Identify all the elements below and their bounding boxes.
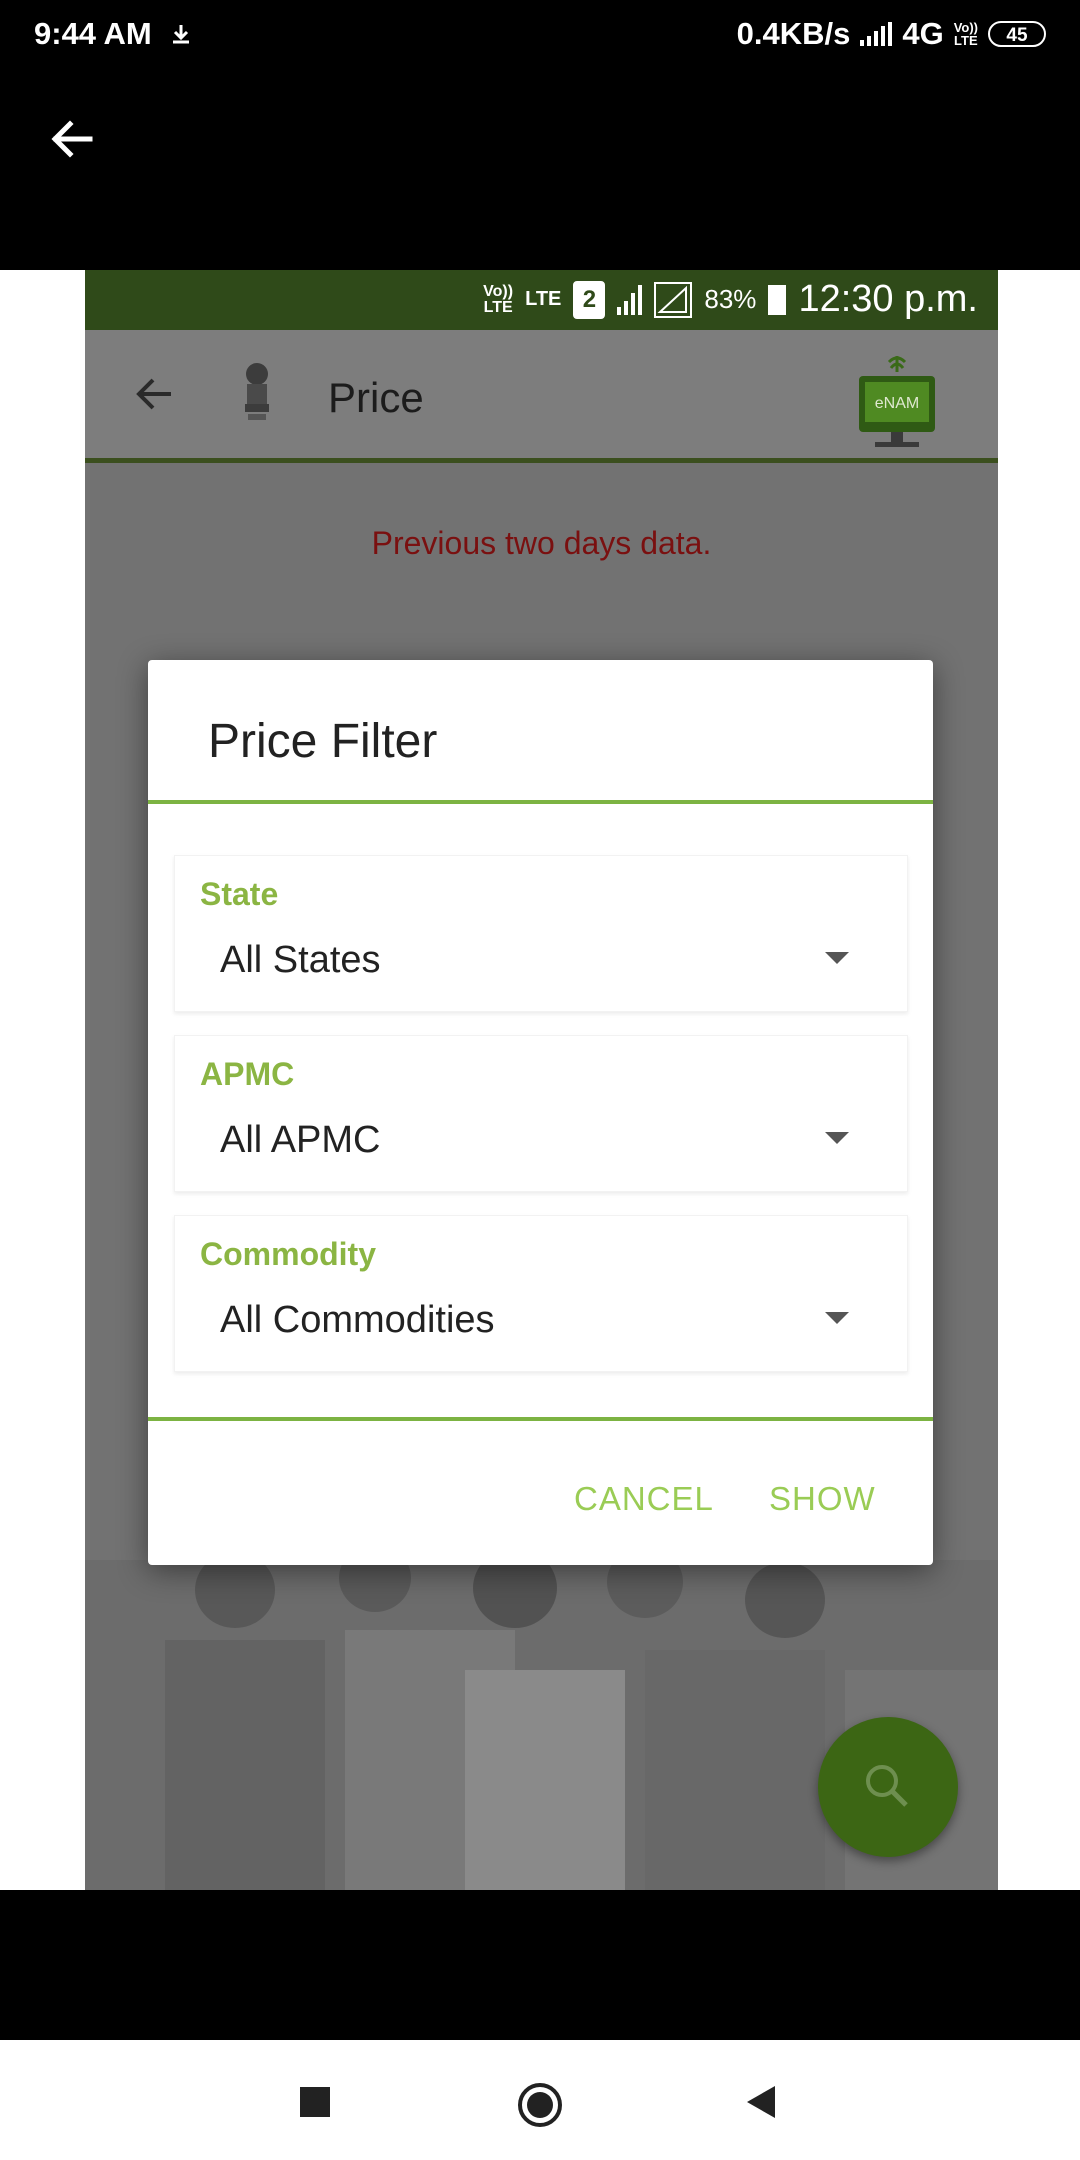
search-icon: [866, 1765, 908, 1807]
search-fab[interactable]: [818, 1717, 958, 1857]
state-dropdown[interactable]: State All States: [174, 855, 908, 1012]
outer-status-speed: 0.4KB/s: [736, 16, 851, 51]
commodity-dropdown[interactable]: Commodity All Commodities: [174, 1215, 908, 1372]
download-icon: [172, 25, 189, 44]
inner-status-time: 12:30 p.m.: [798, 278, 978, 320]
commodity-label: Commodity: [200, 1236, 376, 1272]
inner-battery-percent: 83%: [704, 284, 757, 314]
sim-icon: 2: [573, 280, 606, 319]
price-filter-dialog: Price Filter State All States APMC All A…: [148, 660, 933, 1565]
inner-toolbar: Price eNAM: [85, 330, 998, 463]
enam-logo: eNAM: [859, 356, 935, 447]
inner-page-title: Price: [328, 374, 424, 421]
inner-status-bar: Vo)) LTE LTE 2 83% 12:30 p.m.: [85, 270, 998, 330]
outer-status-network: 4G: [902, 16, 944, 51]
state-label: State: [200, 876, 279, 912]
inner-battery-icon: [768, 284, 787, 315]
volte-icon: Vo)) LTE: [953, 20, 978, 48]
system-navigation-bar: [0, 2040, 1080, 2160]
nav-back-icon[interactable]: [745, 2084, 777, 2120]
dialog-title: Price Filter: [208, 715, 438, 768]
signal-icon: [860, 22, 893, 46]
battery-icon: 45: [988, 21, 1046, 47]
inner-signal-icon: [617, 284, 643, 315]
svg-text:eNAM: eNAM: [875, 395, 919, 412]
inner-signal-2-icon: [654, 281, 693, 318]
title-divider: [148, 800, 933, 804]
actions-divider: [148, 1417, 933, 1421]
dropdown-arrow-icon: [825, 952, 849, 964]
outer-status-time: 9:44 AM: [34, 16, 152, 51]
cancel-button[interactable]: CANCEL: [574, 1480, 714, 1518]
apmc-value: All APMC: [220, 1119, 381, 1161]
video-frame: Vo)) LTE LTE 2 83% 12:30 p.m. Price eNAM…: [0, 270, 1080, 1890]
inner-volte-icon: Vo)) LTE: [483, 282, 514, 316]
recorded-phone-screen: Vo)) LTE LTE 2 83% 12:30 p.m. Price eNAM…: [85, 270, 998, 1890]
show-button[interactable]: SHOW: [769, 1480, 876, 1518]
dropdown-arrow-icon: [825, 1312, 849, 1324]
commodity-value: All Commodities: [220, 1299, 495, 1341]
national-emblem-icon: [245, 363, 269, 420]
back-arrow-icon[interactable]: [46, 112, 100, 166]
data-notice-text: Previous two days data.: [371, 525, 712, 561]
state-value: All States: [220, 939, 381, 981]
apmc-dropdown[interactable]: APMC All APMC: [174, 1035, 908, 1192]
outer-status-bar: 9:44 AM 0.4KB/s 4G Vo)) LTE 45: [0, 0, 1080, 72]
recent-apps-icon[interactable]: [300, 2087, 330, 2117]
inner-lte-label: LTE: [525, 288, 562, 310]
inner-back-arrow-icon[interactable]: [131, 370, 179, 418]
home-icon[interactable]: [516, 2081, 564, 2129]
apmc-label: APMC: [200, 1056, 295, 1092]
dropdown-arrow-icon: [825, 1132, 849, 1144]
outer-battery-level: 45: [1006, 25, 1028, 46]
